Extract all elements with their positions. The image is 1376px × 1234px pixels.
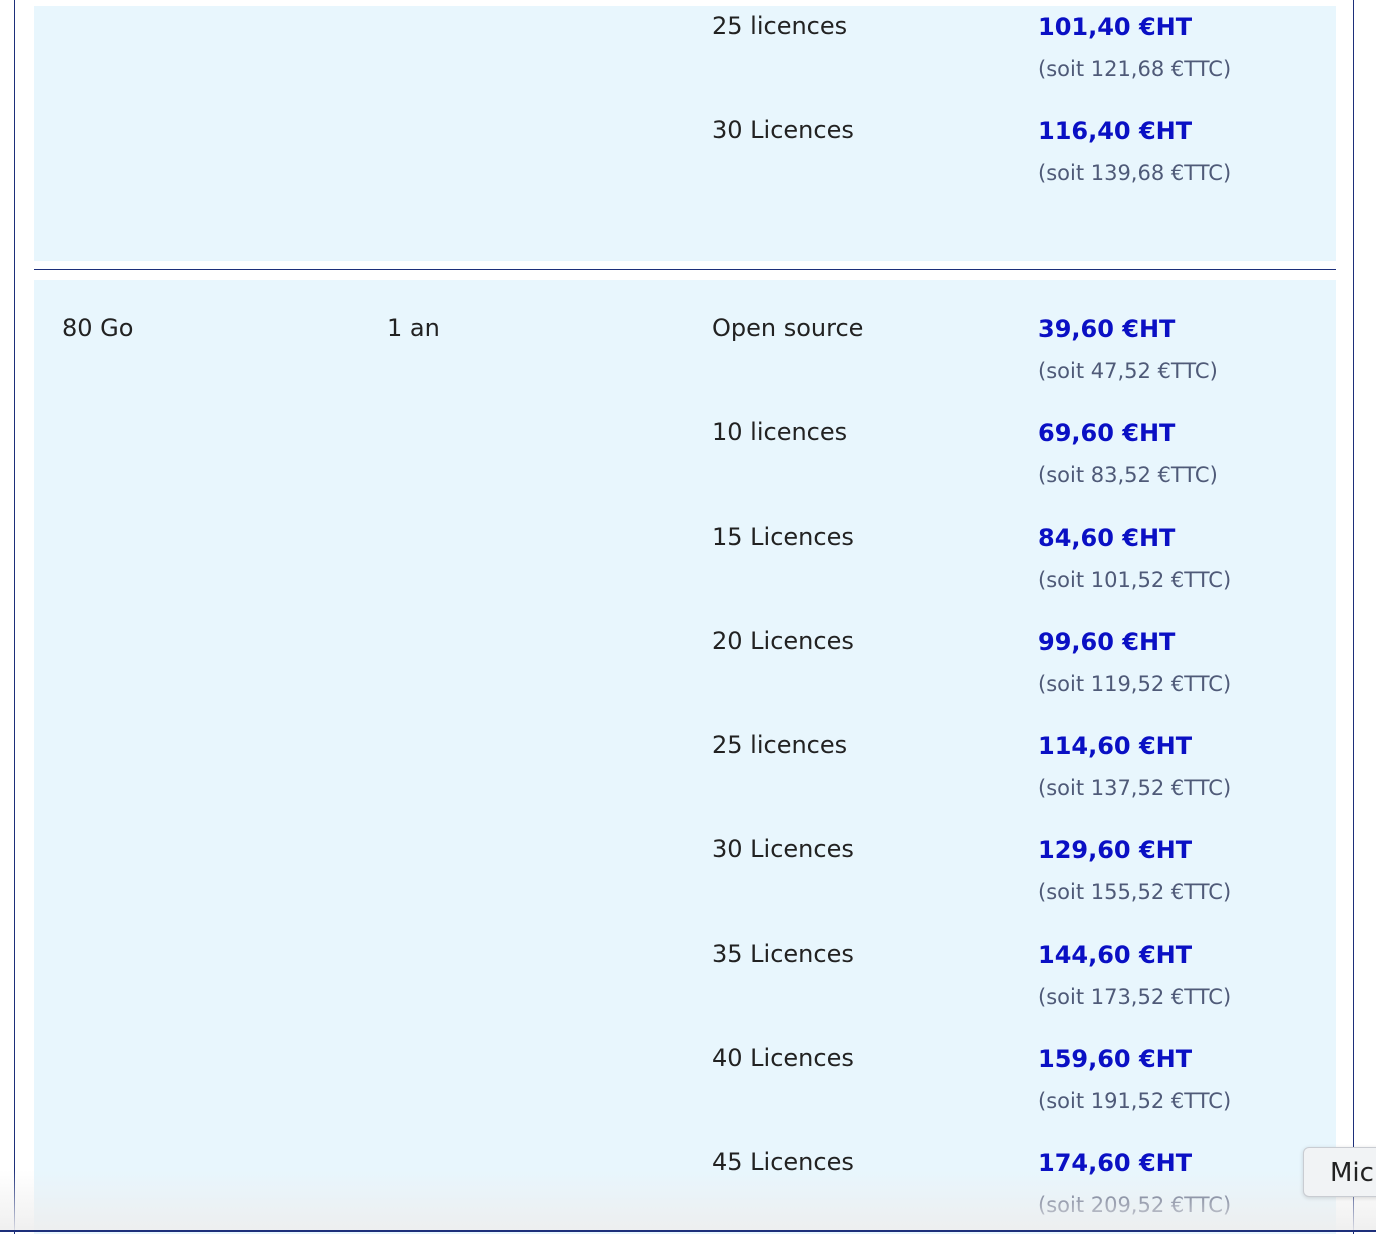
price-cell: 69,60 €HT (soit 83,52 €TTC) [1038,418,1338,488]
price-ht: 39,60 €HT [1038,315,1176,343]
frame-border-left [14,0,15,1234]
licence-label: 45 Licences [712,1148,854,1177]
price-ttc: (soit 47,52 €TTC) [1038,359,1218,383]
price-cell: 159,60 €HT (soit 191,52 €TTC) [1038,1044,1338,1114]
licence-label: Open source [712,314,864,342]
price-cell: 101,40 €HT (soit 121,68 €TTC) [1038,12,1338,82]
price-ht: 116,40 €HT [1038,117,1193,146]
price-ttc: (soit 101,52 €TTC) [1038,567,1232,592]
price-ttc: (soit 155,52 €TTC) [1038,880,1232,905]
price-ttc: (soit 139,68 €TTC) [1038,161,1232,186]
price-cell: 116,40 €HT (soit 139,68 €TTC) [1038,116,1338,186]
price-ht: 159,60 €HT [1038,1045,1193,1074]
duration-cell: 1 an [387,314,440,342]
price-cell: 129,60 €HT (soit 155,52 €TTC) [1038,835,1338,905]
frame-border-bottom [0,1230,1376,1232]
price-ht: 84,60 €HT [1038,523,1176,552]
price-cell: 174,60 €HT (soit 209,52 €TTC) [1038,1148,1338,1218]
licence-label: 25 licences [712,731,848,760]
price-cell: 99,60 €HT (soit 119,52 €TTC) [1038,627,1338,697]
price-ht: 101,40 €HT [1038,13,1193,41]
price-ttc: (soit 173,52 €TTC) [1038,984,1232,1009]
licence-label: 25 licences [712,12,848,40]
licence-label: 40 Licences [712,1044,854,1073]
licence-label: 10 licences [712,418,848,447]
price-cell: 114,60 €HT (soit 137,52 €TTC) [1038,731,1338,801]
price-ht: 99,60 €HT [1038,627,1176,656]
price-ht: 144,60 €HT [1038,940,1193,969]
floating-action-button[interactable]: Mic [1303,1147,1376,1197]
price-ttc: (soit 83,52 €TTC) [1038,463,1218,488]
frame-border-right [1353,0,1354,1234]
price-ht: 114,60 €HT [1038,732,1193,761]
price-ttc: (soit 119,52 €TTC) [1038,671,1232,696]
price-ttc: (soit 191,52 €TTC) [1038,1089,1232,1114]
pricing-row-group-previous: 25 licences 101,40 €HT (soit 121,68 €TTC… [34,6,1336,261]
price-ttc: (soit 209,52 €TTC) [1038,1193,1232,1218]
price-ttc: (soit 137,52 €TTC) [1038,776,1232,801]
licence-label: 35 Licences [712,939,854,968]
price-cell: 84,60 €HT (soit 101,52 €TTC) [1038,523,1338,593]
licence-label: 30 Licences [712,116,854,145]
storage-cell: 80 Go [62,314,134,342]
price-cell: 144,60 €HT (soit 173,52 €TTC) [1038,940,1338,1010]
row-group-divider [34,269,1336,270]
pricing-page: 25 licences 101,40 €HT (soit 121,68 €TTC… [0,0,1376,1234]
price-cell: 39,60 €HT (soit 47,52 €TTC) [1038,314,1338,384]
price-ht: 69,60 €HT [1038,419,1176,448]
licence-label: 15 Licences [712,522,854,551]
licence-label: 20 Licences [712,626,854,655]
price-ht: 174,60 €HT [1038,1149,1193,1178]
price-ht: 129,60 €HT [1038,836,1193,865]
pricing-row-group-80go: 80 Go 1 an Open source 39,60 €HT (soit 4… [34,280,1336,1234]
price-ttc: (soit 121,68 €TTC) [1038,57,1232,81]
licence-label: 30 Licences [712,835,854,864]
